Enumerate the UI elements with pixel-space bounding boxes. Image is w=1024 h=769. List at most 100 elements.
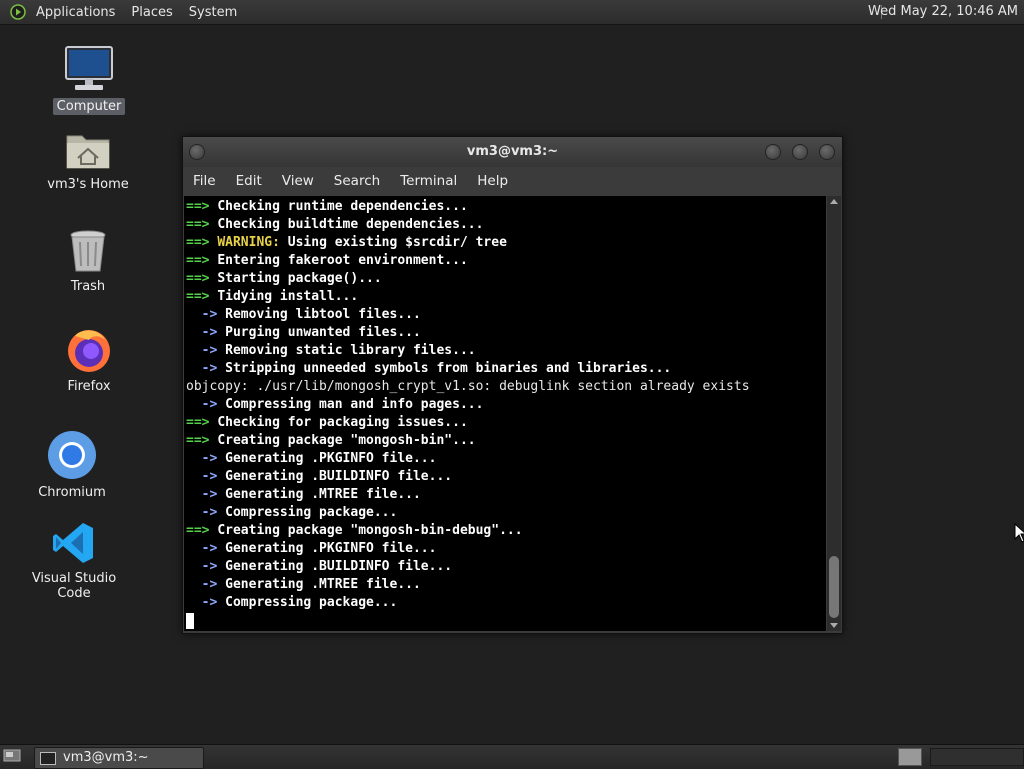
applications-menu-icon[interactable] <box>10 4 26 20</box>
desktop-icon-chromium[interactable]: Chromium <box>12 430 132 501</box>
line-prefix: -> <box>186 505 226 520</box>
terminal-line: -> Generating .PKGINFO file... <box>186 540 826 558</box>
line-prefix: -> <box>186 325 226 340</box>
desktop-icon-trash[interactable]: Trash <box>28 228 148 295</box>
line-text: Generating .PKGINFO file... <box>225 541 437 556</box>
terminal-line: -> Generating .BUILDINFO file... <box>186 558 826 576</box>
terminal-line: objcopy: ./usr/lib/mongosh_crypt_v1.so: … <box>186 378 826 396</box>
desktop-icon-home[interactable]: vm3's Home <box>28 128 148 193</box>
line-text: Checking buildtime dependencies... <box>217 217 484 232</box>
terminal-line: ==> Entering fakeroot environment... <box>186 252 826 270</box>
close-button[interactable] <box>819 144 835 160</box>
line-prefix: ==> <box>186 433 218 448</box>
terminal-lines: ==> Checking runtime dependencies... ==> … <box>184 196 826 630</box>
line-prefix: -> <box>186 361 226 376</box>
line-text: Compressing package... <box>225 505 398 520</box>
line-prefix: -> <box>186 559 226 574</box>
line-prefix: ==> <box>186 289 218 304</box>
desktop-icon-vscode[interactable]: Visual Studio Code <box>14 520 134 602</box>
desktop-icon-label: Computer <box>52 98 126 115</box>
line-prefix: -> <box>186 487 226 502</box>
desktop-icon-label: Firefox <box>67 379 111 394</box>
warning-label: WARNING: <box>217 235 280 250</box>
window-titlebar[interactable]: vm3@vm3:~ <box>183 137 842 167</box>
applications-menu[interactable]: Applications <box>28 5 123 20</box>
line-prefix: ==> <box>186 415 218 430</box>
terminal-scrollbar[interactable] <box>827 196 841 631</box>
terminal-line: -> Removing libtool files... <box>186 306 826 324</box>
terminal-line: -> Purging unwanted files... <box>186 324 826 342</box>
scroll-up-arrow-icon[interactable] <box>830 199 838 204</box>
mouse-pointer-icon <box>1014 523 1024 543</box>
line-text: Compressing package... <box>225 595 398 610</box>
terminal-line: -> Stripping unneeded symbols from binar… <box>186 360 826 378</box>
menu-terminal[interactable]: Terminal <box>390 173 467 189</box>
minimize-button[interactable] <box>765 144 781 160</box>
text-cursor <box>186 613 194 629</box>
line-prefix: -> <box>186 451 226 466</box>
line-text: Stripping unneeded symbols from binaries… <box>225 361 672 376</box>
desktop-icon-computer[interactable]: Computer <box>29 44 149 115</box>
terminal-icon <box>40 752 56 765</box>
scroll-down-arrow-icon[interactable] <box>830 623 838 628</box>
menu-search[interactable]: Search <box>324 173 390 189</box>
window-menu-button[interactable] <box>189 144 205 160</box>
firefox-icon <box>68 330 110 372</box>
terminal-output[interactable]: ==> Checking runtime dependencies... ==> … <box>184 196 826 631</box>
menu-view[interactable]: View <box>272 173 324 189</box>
terminal-line: -> Generating .BUILDINFO file... <box>186 468 826 486</box>
line-text: Entering fakeroot environment... <box>217 253 468 268</box>
desktop-icon-label: Trash <box>70 279 106 294</box>
line-text: objcopy: ./usr/lib/mongosh_crypt_v1.so: … <box>186 379 750 394</box>
line-text: Generating .BUILDINFO file... <box>225 469 453 484</box>
scrollbar-thumb[interactable] <box>829 556 839 618</box>
clock[interactable]: Wed May 22, 10:46 AM <box>868 4 1018 19</box>
menu-edit[interactable]: Edit <box>226 173 272 189</box>
desktop-icon-label: Chromium <box>38 485 106 500</box>
line-prefix: -> <box>186 595 226 610</box>
line-text: Checking for packaging issues... <box>217 415 468 430</box>
vscode-icon <box>53 523 93 563</box>
trash-icon <box>70 230 106 272</box>
terminal-line: ==> Creating package "mongosh-bin-debug"… <box>186 522 826 540</box>
terminal-line: -> Generating .MTREE file... <box>186 486 826 504</box>
workspace-switcher-active[interactable] <box>898 748 922 766</box>
terminal-menubar: File Edit View Search Terminal Help <box>183 167 842 195</box>
line-prefix: ==> <box>186 217 218 232</box>
bottom-panel: vm3@vm3:~ <box>0 744 1024 769</box>
line-prefix: -> <box>186 577 226 592</box>
line-prefix: -> <box>186 307 226 322</box>
terminal-line: -> Removing static library files... <box>186 342 826 360</box>
prompt-line <box>186 612 826 630</box>
terminal-line: ==> Checking for packaging issues... <box>186 414 826 432</box>
chromium-icon <box>48 431 96 479</box>
workspace-switcher[interactable] <box>930 748 1024 766</box>
maximize-button[interactable] <box>792 144 808 160</box>
desktop-icon-firefox[interactable]: Firefox <box>29 326 149 395</box>
line-text: Generating .MTREE file... <box>225 577 421 592</box>
terminal-line: -> Compressing package... <box>186 504 826 522</box>
system-menu[interactable]: System <box>181 5 245 20</box>
terminal-line: -> Compressing package... <box>186 594 826 612</box>
line-prefix: ==> <box>186 253 218 268</box>
show-desktop-icon[interactable] <box>3 749 21 764</box>
desktop-icon-label: Visual Studio Code <box>31 571 117 601</box>
taskbar-terminal-button[interactable]: vm3@vm3:~ <box>34 747 204 769</box>
desktop-icon-label: vm3's Home <box>47 177 129 192</box>
line-text: Purging unwanted files... <box>225 325 421 340</box>
window-title: vm3@vm3:~ <box>466 144 559 159</box>
terminal-line: ==> Tidying install... <box>186 288 826 306</box>
line-prefix: ==> <box>186 523 218 538</box>
terminal-line: ==> Checking buildtime dependencies... <box>186 216 826 234</box>
line-text: Compressing man and info pages... <box>225 397 484 412</box>
places-menu[interactable]: Places <box>123 5 180 20</box>
home-folder-icon <box>66 135 110 169</box>
line-text: Tidying install... <box>217 289 359 304</box>
line-text: Creating package "mongosh-bin-debug"... <box>217 523 523 538</box>
terminal-line: -> Generating .PKGINFO file... <box>186 450 826 468</box>
terminal-window[interactable]: vm3@vm3:~ File Edit View Search Terminal… <box>182 136 843 634</box>
menu-file[interactable]: File <box>183 173 226 189</box>
terminal-line: ==> WARNING: Using existing $srcdir/ tre… <box>186 234 826 252</box>
line-prefix: ==> <box>186 199 218 214</box>
menu-help[interactable]: Help <box>467 173 518 189</box>
